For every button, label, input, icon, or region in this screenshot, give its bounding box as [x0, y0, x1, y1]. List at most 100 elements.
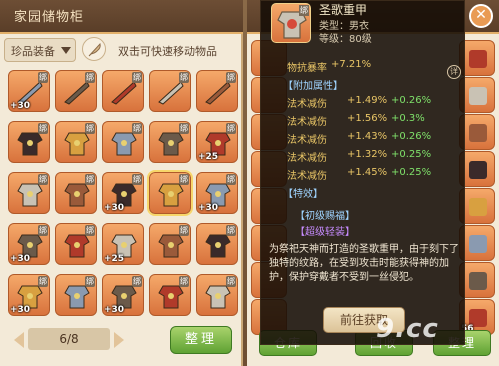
item-slot[interactable]: 绑: [149, 223, 191, 265]
special-header: 【特效】: [283, 189, 323, 200]
bound-tag: 绑: [85, 225, 95, 236]
enhance-level: +30: [10, 254, 31, 264]
attribute-value: +1.49%: [347, 95, 388, 106]
special-effect-1: 【初级赐福】: [295, 211, 355, 222]
item-name: 圣歌重甲: [319, 3, 368, 17]
item-slot[interactable]: 绑 +30: [102, 274, 144, 316]
extra-attribute-line: 法术减伤 +1.32% +0.25%: [261, 149, 466, 167]
item-slot[interactable]: 绑: [55, 274, 97, 316]
attribute-name: 法术减伤: [287, 171, 327, 182]
bound-tag: 绑: [179, 225, 189, 236]
item-slot[interactable]: 绑 +30: [102, 172, 144, 214]
item-icon: [469, 124, 487, 142]
panel-title: 家园储物柜: [14, 10, 85, 25]
bound-tag: 绑: [132, 276, 142, 287]
item-icon: [469, 272, 487, 290]
crit-value: +7.21%: [331, 59, 372, 70]
bound-tag: 绑: [179, 72, 189, 83]
app-window: 家园储物柜 珍品装备 双击可快速移动物品 绑 +30 绑绑绑绑绑绑绑绑绑 +25 绑绑绑…: [0, 0, 499, 366]
item-icon: [469, 161, 487, 179]
cabinet-title-bar: 家园储物柜: [0, 0, 243, 34]
crit-label: 物抗暴率: [287, 63, 327, 74]
bound-tag: 绑: [132, 72, 142, 83]
attribute-bonus: +0.25%: [391, 149, 432, 160]
bound-tag: 绑: [179, 276, 189, 287]
extra-attribute-line: 法术减伤 +1.49% +0.26%: [261, 95, 466, 113]
item-slot[interactable]: 绑: [55, 121, 97, 163]
enhance-level: +30: [10, 101, 31, 111]
bound-tag: 绑: [85, 174, 95, 185]
bound-tag: 绑: [132, 174, 142, 185]
page-number: 6/8: [28, 328, 110, 350]
storage-cabinet-panel: 家园储物柜 珍品装备 双击可快速移动物品 绑 +30 绑绑绑绑绑绑绑绑绑 +25 绑绑绑…: [0, 0, 243, 366]
attribute-bonus: +0.25%: [391, 167, 432, 178]
item-slot[interactable]: 绑: [196, 274, 238, 316]
attribute-value: +1.45%: [347, 167, 388, 178]
item-slot[interactable]: 绑: [196, 223, 238, 265]
bound-tag: 绑: [299, 5, 309, 16]
item-slot[interactable]: 绑: [55, 70, 97, 112]
item-slot[interactable]: 绑: [8, 172, 50, 214]
attribute-name: 法术减伤: [287, 135, 327, 146]
item-slot[interactable]: 绑 +25: [196, 121, 238, 163]
item-slot[interactable]: 绑: [149, 274, 191, 316]
bound-tag: 绑: [226, 72, 236, 83]
attribute-value: +1.43%: [347, 131, 388, 142]
item-icon: [469, 50, 487, 68]
item-description: 为祭祀天神而打造的圣歌重甲，由于刻下了独特的纹路，在受到攻击时能获得神的加护，保…: [269, 244, 459, 283]
item-icon: [469, 198, 487, 216]
enhance-level: +30: [10, 305, 31, 315]
attribute-bonus: +0.26%: [391, 131, 432, 142]
attribute-value: +1.56%: [347, 113, 388, 124]
bound-tag: 绑: [38, 225, 48, 236]
item-icon: [469, 235, 487, 253]
sort-button[interactable]: 整理: [170, 326, 232, 354]
category-dropdown[interactable]: 珍品装备: [4, 38, 76, 62]
page-pager: 6/8: [14, 326, 124, 354]
enhance-level: +25: [198, 152, 219, 162]
item-tooltip: 绑 圣歌重甲 类型：男衣 等级：80级 详 物抗暴率 +7.21% 【附加属性】…: [260, 0, 465, 345]
item-slot[interactable]: 绑: [102, 121, 144, 163]
item-slot[interactable]: 绑: [55, 223, 97, 265]
extras-header-line: 【附加属性】: [261, 77, 466, 95]
feather-icon[interactable]: [82, 37, 106, 61]
item-slot[interactable]: 绑 +30: [8, 70, 50, 112]
bound-tag: 绑: [226, 276, 236, 287]
prev-page-icon[interactable]: [14, 332, 24, 348]
armor-icon: 绑: [271, 3, 311, 43]
chevron-down-icon: [61, 47, 71, 54]
cabinet-toolbar: 珍品装备 双击可快速移动物品: [0, 36, 243, 66]
item-slot[interactable]: 绑: [196, 70, 238, 112]
bound-tag: 绑: [38, 123, 48, 134]
attribute-name: 法术减伤: [287, 99, 327, 110]
item-slot[interactable]: 绑 +30: [8, 274, 50, 316]
item-slot[interactable]: 绑 +30: [196, 172, 238, 214]
attribute-list: 物抗暴率 +7.21% 【附加属性】 法术减伤 +1.49% +0.26% 法术减伤 +…: [261, 59, 466, 203]
attribute-value: +1.32%: [347, 149, 388, 160]
item-level: 等级：80级: [319, 34, 372, 45]
close-button[interactable]: ✕: [469, 4, 493, 28]
extra-attribute-line: 法术减伤 +1.56% +0.3%: [261, 113, 466, 131]
enhance-level: +30: [104, 305, 125, 315]
next-page-icon[interactable]: [114, 332, 124, 348]
enhance-level: +30: [198, 203, 219, 213]
item-slot[interactable]: 绑: [149, 121, 191, 163]
watermark-logo: 9.cc: [376, 314, 439, 344]
attribute-name: 法术减伤: [287, 153, 327, 164]
item-slot[interactable]: 绑: [147, 170, 193, 216]
category-label: 珍品装备: [11, 45, 55, 58]
bound-tag: 绑: [179, 123, 189, 134]
item-slot[interactable]: 绑: [149, 70, 191, 112]
bound-tag: 绑: [226, 174, 236, 185]
item-slot[interactable]: +25: [102, 223, 144, 265]
item-slot[interactable]: 绑 +30: [8, 223, 50, 265]
item-slot[interactable]: 绑: [102, 70, 144, 112]
bound-tag: 绑: [38, 72, 48, 83]
item-slot[interactable]: 绑: [55, 172, 97, 214]
bound-tag: 绑: [85, 123, 95, 134]
bound-tag: 绑: [38, 276, 48, 287]
bound-tag: 绑: [179, 174, 189, 185]
attribute-bonus: +0.26%: [391, 95, 432, 106]
bound-tag: 绑: [85, 276, 95, 287]
item-slot[interactable]: 绑: [8, 121, 50, 163]
